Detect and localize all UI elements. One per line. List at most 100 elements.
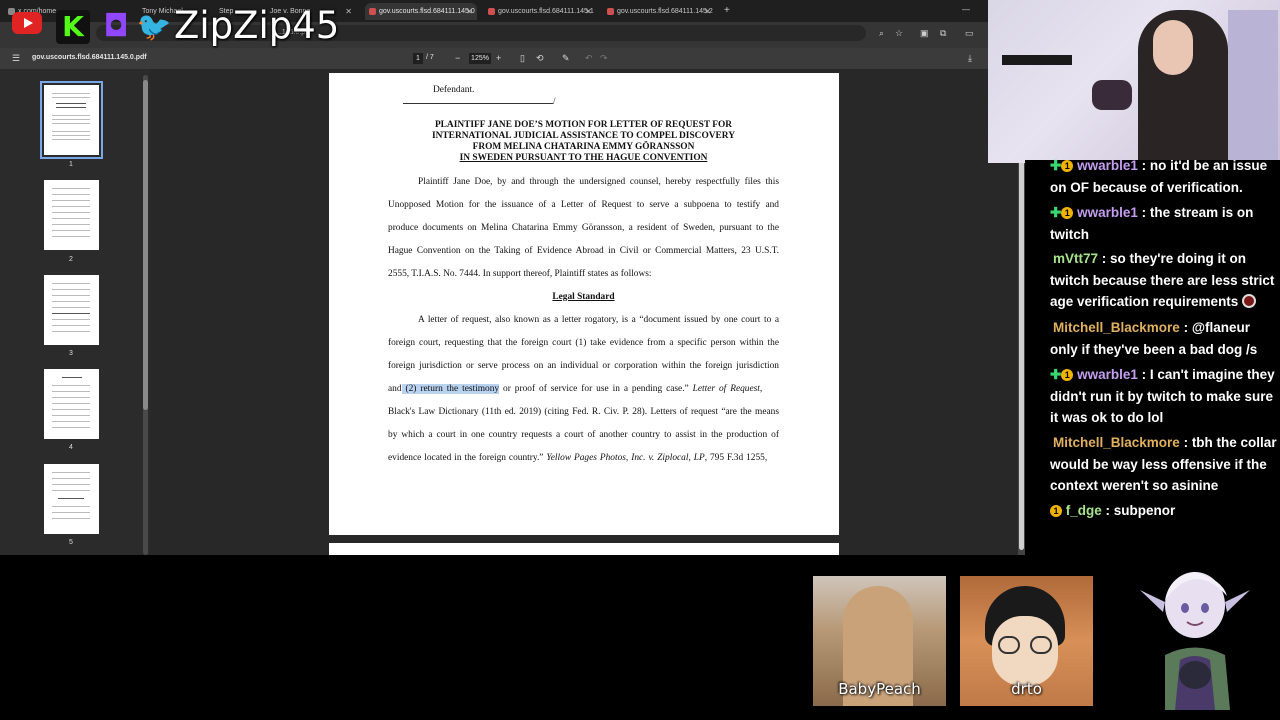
kick-logo-icon: K — [56, 10, 90, 44]
split-view-icon[interactable]: ▭ — [965, 28, 974, 39]
thumbnail-page-1[interactable] — [40, 81, 103, 159]
chat-username[interactable]: wwarble1 — [1077, 367, 1138, 382]
thumbnail-page-4[interactable] — [44, 369, 99, 439]
page-total: / 7 — [426, 54, 434, 61]
bookmark-star-icon[interactable]: ☆ — [895, 28, 903, 39]
twitch-logo-icon: ◘ — [103, 9, 129, 44]
page-number-input[interactable]: 1 — [413, 53, 423, 64]
tab-pdf-2[interactable]: gov.uscourts.flsd.684111.145.2 ✕ — [603, 3, 715, 20]
chat-username[interactable]: f_dge — [1066, 503, 1102, 518]
sub-badge-icon: ✚ — [1050, 205, 1062, 220]
chat-username[interactable]: Mitchell_Blackmore — [1053, 320, 1180, 335]
extension-icon[interactable]: ▣ — [920, 28, 929, 39]
signature-line — [403, 103, 553, 104]
section-heading: Legal Standard — [552, 292, 615, 302]
text-run: evidence located in the foreign country.… — [388, 453, 547, 463]
paragraph-line: by which a court in one country requests… — [388, 430, 779, 440]
zoom-icon[interactable]: ⌕ — [879, 28, 884, 39]
chat-username[interactable]: Mitchell_Blackmore — [1053, 435, 1180, 450]
thumbnail-page-3[interactable] — [44, 275, 99, 345]
stool — [1092, 80, 1132, 110]
chat-panel: ✚ 1 wwarble1 : no it'd be an issue on OF … — [1025, 158, 1280, 530]
pdf-toolbar: ☰ gov.uscourts.flsd.684111.145.0.pdf 1 /… — [0, 48, 988, 69]
sidebar-scrollbar-thumb[interactable] — [143, 80, 148, 410]
paragraph-line: Hague Convention on the Taking of Eviden… — [388, 246, 779, 256]
paragraph-line: foreign jurisdiction or serve process on… — [388, 361, 779, 371]
text-run: , — [759, 384, 763, 394]
close-icon[interactable]: ✕ — [704, 7, 711, 16]
chat-text: subpenor — [1113, 503, 1176, 518]
menu-icon[interactable]: ☰ — [12, 53, 20, 64]
rotate-icon[interactable]: ⟲ — [536, 53, 544, 64]
minimize-icon[interactable]: — — [962, 5, 970, 14]
text-run: , 795 F.3d 1255, — [704, 453, 768, 463]
close-icon[interactable]: ✕ — [466, 7, 473, 16]
chat-username[interactable]: wwarble1 — [1077, 205, 1138, 220]
pdf-filename: gov.uscourts.flsd.684111.145.0.pdf — [32, 54, 147, 61]
text-run: and — [388, 384, 402, 394]
vtuber-avatar — [1135, 560, 1255, 715]
chat-message: mVtt77 : so they're doing it on twitch b… — [1050, 251, 1275, 309]
tab-label: gov.uscourts.flsd.684111.145.2 — [617, 8, 713, 15]
italic-case-name: Yellow Pages Photos, Inc. v. Ziplocal, L… — [546, 453, 705, 463]
zoom-out-icon[interactable]: − — [455, 53, 460, 63]
close-icon[interactable]: ✕ — [345, 7, 352, 16]
paragraph-line: 2555, T.I.A.S. No. 7444. In support ther… — [388, 269, 652, 279]
download-icon[interactable]: ⤓ — [968, 53, 972, 64]
emote-icon — [1242, 294, 1257, 308]
twitter-bird-icon: 🐦 — [136, 10, 172, 43]
thumbnail-page-5[interactable] — [44, 464, 99, 534]
sub-badge-icon: ✚ — [1050, 367, 1062, 382]
thumbnail-number: 2 — [69, 256, 73, 263]
streamer-webcam — [988, 0, 1280, 163]
bits-badge-icon: 1 — [1061, 369, 1074, 381]
guest-cam-drto: drto — [960, 576, 1093, 706]
redo-icon[interactable]: ↷ — [600, 53, 608, 64]
keyboard-piano — [1002, 55, 1072, 65]
pdf-page-2-top — [329, 543, 839, 555]
guest-cam-label: drto — [1011, 680, 1042, 698]
motion-title-line1: PLAINTIFF JANE DOE’S MOTION FOR LETTER O… — [434, 120, 733, 130]
defendant-label: Defendant. — [433, 85, 475, 95]
tab-pdf-0[interactable]: gov.uscourts.flsd.684111.145.0 ✕ — [365, 3, 477, 20]
chat-message: Mitchell_Blackmore : @flaneur only if th… — [1050, 320, 1258, 357]
chat-username[interactable]: mVtt77 — [1053, 251, 1098, 266]
thumbnail-number: 4 — [69, 444, 73, 451]
paragraph-line: evidence located in the foreign country.… — [388, 453, 779, 463]
tab-label: gov.uscourts.flsd.684111.145.1 — [498, 8, 594, 15]
bits-badge-icon: 1 — [1050, 505, 1062, 517]
undo-icon[interactable]: ↶ — [585, 53, 593, 64]
chat-username[interactable]: wwarble1 — [1077, 158, 1138, 173]
motion-title-line4: IN SWEDEN PURSUANT TO THE HAGUE CONVENTI… — [459, 153, 708, 163]
puzzle-icon[interactable]: ⧉ — [940, 28, 946, 39]
italic-citation: Letter of Request — [692, 384, 760, 394]
sub-badge-icon: ✚ — [1050, 158, 1062, 173]
thumbnail-page-2[interactable] — [44, 180, 99, 250]
paragraph-line: A letter of request, also known as a let… — [418, 315, 779, 325]
bits-badge-icon: 1 — [1061, 207, 1074, 219]
zoom-input[interactable]: 125% — [469, 53, 491, 64]
thumbnail-number: 1 — [69, 161, 73, 168]
youtube-logo-icon — [12, 12, 42, 34]
chat-message: ✚ 1 wwarble1 : the stream is on twitch — [1050, 205, 1254, 242]
close-icon[interactable]: ✕ — [585, 7, 592, 16]
chat-message: ✚ 1 wwarble1 : I can't imagine they didn'… — [1050, 367, 1275, 425]
paragraph-line: Black's Law Dictionary (11th ed. 2019) (… — [388, 407, 779, 417]
paragraph-line: produce documents on Melina Chatarina Em… — [388, 223, 779, 233]
glasses-right-icon — [1030, 636, 1052, 654]
annotate-icon[interactable]: ✎ — [562, 53, 570, 64]
paragraph-line-highlighted: and (2) return the testimony or proof of… — [388, 384, 779, 394]
fit-page-icon[interactable]: ▯ — [520, 53, 525, 64]
new-tab-icon[interactable]: + — [724, 5, 730, 16]
thumbnail-number: 3 — [69, 350, 73, 357]
paragraph-line: Unopposed Motion for the issuance of a L… — [388, 200, 779, 210]
zoom-in-icon[interactable]: + — [496, 53, 501, 63]
tab-label: gov.uscourts.flsd.684111.145.0 — [379, 8, 475, 15]
tab-pdf-1[interactable]: gov.uscourts.flsd.684111.145.1 ✕ — [484, 3, 596, 20]
paragraph-line: foreign court, requesting that the forei… — [388, 338, 779, 348]
text-selection-highlight[interactable]: (2) return the testimony — [401, 384, 500, 394]
streamer-handle: ZipZip45 — [174, 4, 340, 47]
chat-message: Mitchell_Blackmore : tbh the collar woul… — [1050, 435, 1277, 493]
text-run: or proof of service for use in a pending… — [499, 384, 693, 394]
guest-cam-babypeach: BabyPeach — [813, 576, 946, 706]
